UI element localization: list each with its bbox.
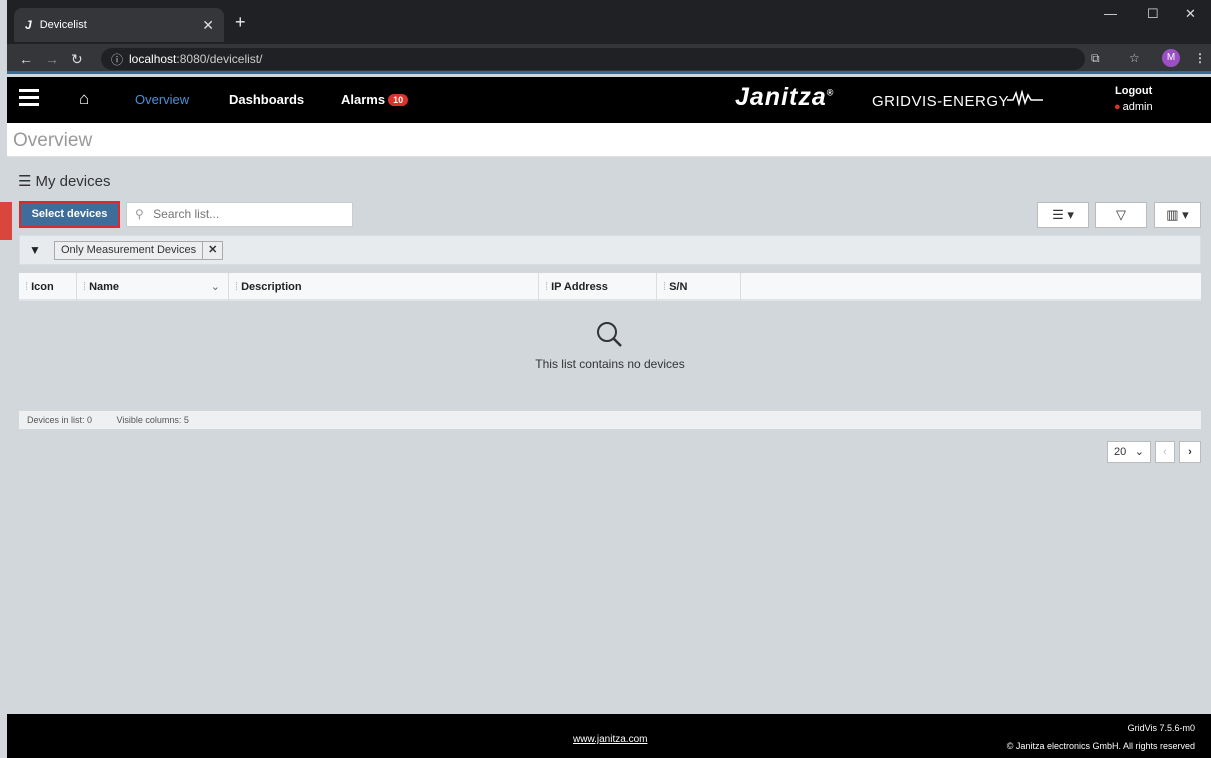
brand-name: Janitza	[735, 83, 827, 111]
column-header-description[interactable]: ⁞ Description	[229, 273, 539, 301]
forward-icon[interactable]: →	[45, 51, 59, 67]
hamburger-menu-icon[interactable]	[19, 89, 39, 106]
prev-page-button[interactable]: ‹	[1155, 441, 1175, 463]
column-label: IP Address	[551, 281, 608, 293]
list-icon: ☰	[18, 173, 32, 190]
logout-link[interactable]: Logout	[1115, 85, 1152, 97]
home-icon[interactable]: ⌂	[79, 89, 89, 109]
list-view-dropdown-button[interactable]: ☰ ▾	[1037, 202, 1089, 228]
star-icon[interactable]: ☆	[1129, 51, 1140, 65]
back-icon[interactable]: ←	[19, 51, 33, 67]
reload-icon[interactable]: ↻	[71, 51, 83, 68]
nav-overview[interactable]: Overview	[135, 92, 189, 107]
page-title: Overview	[13, 130, 93, 151]
screen: J Devicelist ✕ + — ☐ ✕ ← → ↻ ⓘ localhost…	[0, 0, 1211, 758]
new-tab-icon[interactable]: +	[235, 12, 246, 33]
list-status-bar: Devices in list: 0 Visible columns: 5	[19, 411, 1201, 429]
window-close-icon[interactable]: ✕	[1185, 6, 1196, 22]
remove-filter-icon[interactable]: ✕	[202, 242, 222, 259]
copyright-label: © Janitza electronics GmbH. All rights r…	[1006, 741, 1195, 751]
column-label: Description	[241, 281, 302, 293]
version-label: GridVis 7.5.6-m0	[1127, 723, 1195, 733]
search-input[interactable]	[153, 207, 344, 221]
user-name: admin	[1122, 101, 1153, 113]
user-info: ● admin	[1114, 101, 1153, 113]
menu-dots-icon[interactable]: ⋮	[1194, 51, 1206, 65]
empty-message: This list contains no devices	[535, 357, 685, 371]
funnel-icon: ▼	[29, 243, 41, 257]
devices-count: Devices in list: 0	[27, 415, 93, 425]
tab-close-icon[interactable]: ✕	[202, 17, 214, 34]
column-label: Name	[89, 281, 120, 293]
info-icon: ⓘ	[111, 52, 124, 67]
page-size-select[interactable]: 20 ⌄	[1107, 441, 1151, 463]
edge-marker	[0, 202, 12, 240]
browser-titlebar: J Devicelist ✕ + — ☐ ✕	[7, 0, 1211, 44]
columns-dropdown-button[interactable]: ▥ ▾	[1154, 202, 1201, 228]
column-header-name[interactable]: ⁞ Name ⌄	[77, 273, 229, 301]
select-devices-button[interactable]: Select devices	[19, 201, 120, 228]
address-bar[interactable]: ⓘ localhost :8080/devicelist/	[101, 48, 1085, 70]
column-label: S/N	[669, 281, 688, 293]
brand-subtitle: GRIDVIS-ENERGY	[872, 93, 1010, 110]
filter-button[interactable]: ▽	[1095, 202, 1147, 228]
filter-chip-label: Only Measurement Devices	[61, 244, 197, 256]
table-header: ⁞ Icon ⁞ Name ⌄ ⁞ Description ⁞ IP Address ⁞ S…	[19, 273, 1201, 301]
column-header-icon[interactable]: ⁞ Icon	[19, 273, 77, 301]
column-header-ip-address[interactable]: ⁞ IP Address	[539, 273, 657, 301]
section-title: ☰ My devices	[18, 172, 110, 190]
nav-alarms-label: Alarms	[341, 92, 386, 107]
app-footer: www.janitza.com GridVis 7.5.6-m0 © Janit…	[7, 714, 1211, 758]
next-page-button[interactable]: ›	[1179, 441, 1201, 463]
maximize-icon[interactable]: ☐	[1147, 6, 1159, 22]
chevron-down-icon[interactable]: ⌄	[211, 273, 220, 301]
alarm-count-badge: 10	[388, 94, 409, 106]
nav-alarms[interactable]: Alarms 10	[341, 92, 409, 107]
empty-search-icon	[597, 322, 622, 347]
translate-icon[interactable]: ⧉	[1091, 51, 1100, 66]
browser-toolbar: ← → ↻ ⓘ localhost :8080/devicelist/ ⧉ ☆ …	[7, 44, 1211, 74]
app-header: ⌂ Overview Dashboards Alarms 10 Janitza® …	[7, 77, 1211, 123]
column-label: Icon	[31, 281, 54, 293]
main-content: Overview ☰My devices Select devices ⚲ ☰ …	[7, 123, 1211, 714]
minimize-icon[interactable]: —	[1104, 6, 1117, 21]
tab-title: Devicelist	[39, 19, 87, 31]
pulse-logo-icon	[1007, 90, 1043, 106]
user-icon: ●	[1114, 101, 1121, 113]
filter-chip[interactable]: Only Measurement Devices ✕	[54, 241, 224, 260]
chevron-down-icon: ⌄	[1134, 446, 1144, 458]
page-size-value: 20	[1114, 446, 1127, 458]
brand-logo: Janitza®	[735, 83, 835, 111]
profile-avatar[interactable]: M	[1162, 49, 1180, 67]
url-path: :8080/devicelist/	[176, 52, 263, 66]
page-title-bar: Overview	[7, 123, 1211, 157]
search-icon: ⚲	[135, 207, 144, 221]
nav-dashboards[interactable]: Dashboards	[229, 92, 304, 107]
browser-tab[interactable]: J Devicelist ✕	[14, 8, 224, 42]
column-header-sn[interactable]: ⁞ S/N	[657, 273, 741, 301]
empty-state: This list contains no devices	[19, 319, 1201, 371]
section-title-text: My devices	[35, 173, 111, 190]
janitza-website-link[interactable]: www.janitza.com	[573, 734, 647, 745]
url-host: localhost	[129, 52, 177, 66]
favicon-icon: J	[25, 18, 32, 32]
search-field[interactable]: ⚲	[126, 202, 353, 227]
filter-bar: ▼ Only Measurement Devices ✕	[19, 235, 1201, 265]
visible-columns-count: Visible columns: 5	[116, 415, 189, 425]
